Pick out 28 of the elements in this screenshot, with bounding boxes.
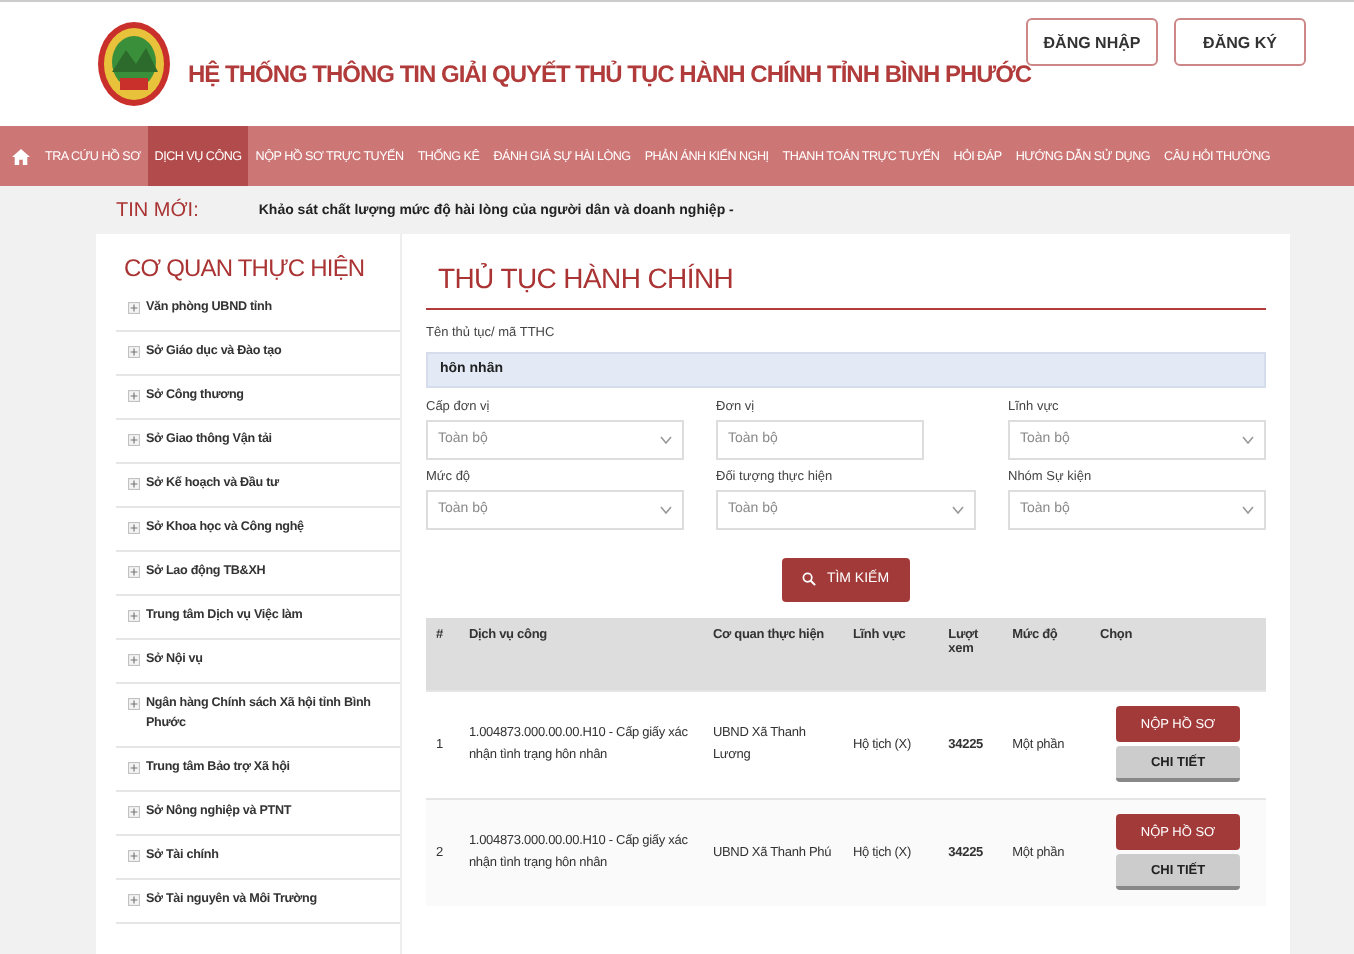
plus-icon xyxy=(128,850,140,862)
site-title: HỆ THỐNG THÔNG TIN GIẢI QUYẾT THỦ TỤC HÀNH CHÍNH TỈNH BÌNH PHƯỚC xyxy=(188,60,1032,88)
plus-icon xyxy=(128,522,140,534)
plus-icon xyxy=(128,654,140,666)
chevron-down-icon xyxy=(660,435,672,443)
chevron-down-icon xyxy=(660,505,672,513)
plus-icon xyxy=(128,806,140,818)
plus-icon xyxy=(128,434,140,446)
search-icon xyxy=(802,572,817,586)
plus-icon xyxy=(128,894,140,906)
plus-icon xyxy=(128,698,140,710)
plus-icon xyxy=(128,346,140,358)
plus-icon xyxy=(128,390,140,402)
chevron-down-icon xyxy=(952,505,964,513)
home-icon[interactable] xyxy=(12,147,30,165)
plus-icon xyxy=(128,762,140,774)
plus-icon xyxy=(128,478,140,490)
plus-icon xyxy=(128,610,140,622)
sidebar-title: CƠ QUAN THỰC HIỆN xyxy=(124,254,367,282)
chevron-down-icon xyxy=(1242,435,1254,443)
header-button[interactable]: ĐĂNG KÝ xyxy=(1174,18,1306,66)
news-label: TIN MỚI: xyxy=(116,199,199,221)
plus-icon xyxy=(128,566,140,578)
emblem-logo xyxy=(96,20,172,108)
chevron-down-icon xyxy=(1242,505,1254,513)
plus-icon xyxy=(128,302,140,314)
header-button[interactable]: ĐĂNG NHẬP xyxy=(1026,18,1158,66)
section-title: THỦ TỤC HÀNH CHÍNH xyxy=(426,254,1266,310)
